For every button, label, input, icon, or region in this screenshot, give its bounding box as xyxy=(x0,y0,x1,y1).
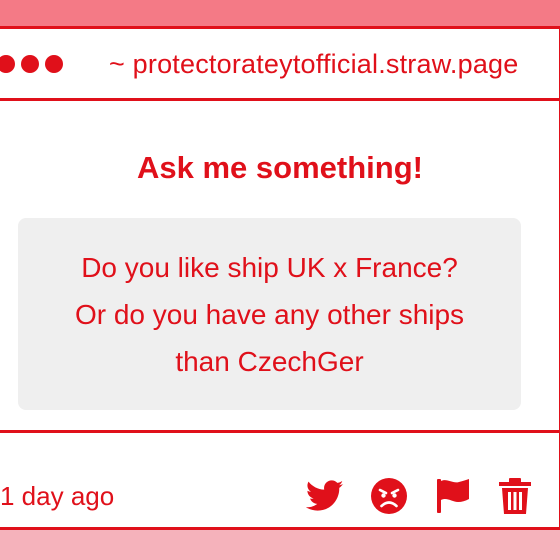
question-line: Do you like ship UK x France? xyxy=(81,252,458,283)
share-twitter-button[interactable] xyxy=(305,476,345,516)
twitter-icon xyxy=(306,480,344,511)
window-titlebar: ~ protectorateytofficial.straw.page xyxy=(0,29,559,101)
address-bar-url[interactable]: ~ protectorateytofficial.straw.page xyxy=(109,49,518,80)
angry-face-icon xyxy=(371,478,407,514)
trash-icon xyxy=(499,478,531,514)
question-text: Do you like ship UK x France? Or do you … xyxy=(18,244,521,385)
window-dot-close[interactable] xyxy=(0,55,15,73)
window-dot-minimize[interactable] xyxy=(21,55,39,73)
timestamp: 1 day ago xyxy=(0,481,115,511)
delete-button[interactable] xyxy=(495,476,535,516)
window-dot-maximize[interactable] xyxy=(45,55,63,73)
page-title: Ask me something! xyxy=(137,150,423,185)
page-background-top xyxy=(0,0,560,26)
footer-divider xyxy=(0,430,560,433)
flag-icon xyxy=(437,479,469,513)
page-background-bottom xyxy=(0,530,560,560)
report-button[interactable] xyxy=(433,476,473,516)
question-line: Or do you have any other ships xyxy=(74,299,465,330)
question-box: Do you like ship UK x France? Or do you … xyxy=(18,218,521,410)
block-user-button[interactable] xyxy=(369,476,409,516)
question-line: than CzechGer xyxy=(175,346,364,377)
